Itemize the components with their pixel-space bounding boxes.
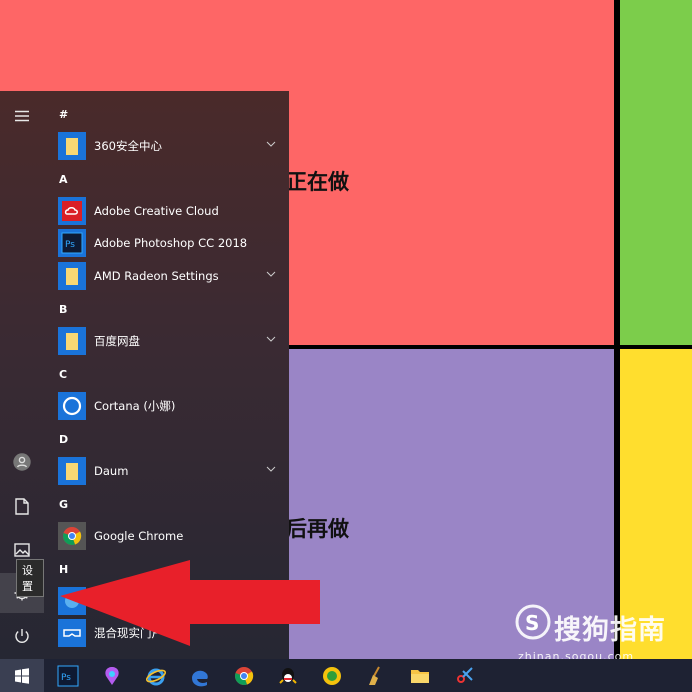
chevron-down-icon[interactable] <box>266 269 276 279</box>
taskbar-chat-app[interactable] <box>310 659 354 692</box>
chrome-icon <box>58 522 86 550</box>
taskbar: Ps <box>0 659 692 692</box>
app-label: Adobe Creative Cloud <box>94 204 219 218</box>
windows-start-icon <box>15 667 29 684</box>
app-label: Cortana (小娜) <box>94 399 176 413</box>
cleaner-icon <box>369 666 380 685</box>
power-icon <box>15 629 29 643</box>
app-label: Adobe Photoshop CC 2018 <box>94 236 248 250</box>
background-green-panel <box>620 0 692 345</box>
chevron-down-icon[interactable] <box>266 464 276 474</box>
power-button[interactable] <box>0 616 44 656</box>
svg-text:Ps: Ps <box>61 673 71 683</box>
taskbar-photoshop[interactable]: Ps <box>46 659 90 692</box>
taskbar-chrome[interactable] <box>222 659 266 692</box>
picture-icon <box>14 543 30 557</box>
background-text-bottom: 后再做 <box>286 517 349 541</box>
folder-icon <box>58 327 86 355</box>
taskbar-paint3d[interactable] <box>90 659 134 692</box>
list-item-360[interactable]: 360安全中心 <box>58 131 276 161</box>
chevron-down-icon[interactable] <box>266 334 276 344</box>
group-header-a[interactable]: A <box>59 173 68 186</box>
list-item-chrome[interactable]: Google Chrome <box>58 521 276 551</box>
chat-icon <box>323 666 341 685</box>
chrome-icon <box>234 666 254 685</box>
sogou-logo-icon: S <box>515 604 551 640</box>
list-item-cortana[interactable]: Cortana (小娜) <box>58 391 276 421</box>
svg-text:Ps: Ps <box>65 240 75 250</box>
app-label: 百度网盘 <box>94 334 140 348</box>
group-header-d[interactable]: D <box>59 433 68 446</box>
list-item-creative-cloud[interactable]: Adobe Creative Cloud <box>58 196 276 226</box>
documents-button[interactable] <box>0 486 44 526</box>
watermark-title: 搜狗指南 <box>554 615 666 646</box>
paint3d-icon <box>105 666 119 685</box>
list-item-photoshop[interactable]: Ps Adobe Photoshop CC 2018 <box>58 228 276 258</box>
app-label: AMD Radeon Settings <box>94 269 219 283</box>
user-account-button[interactable] <box>0 442 44 482</box>
taskbar-cleaner[interactable] <box>354 659 398 692</box>
app-label: 360安全中心 <box>94 139 162 153</box>
list-item-baidu[interactable]: 百度网盘 <box>58 326 276 356</box>
taskbar-edge[interactable] <box>178 659 222 692</box>
taskbar-file-explorer[interactable] <box>398 659 442 692</box>
snipping-icon <box>457 666 473 683</box>
red-pointer-arrow <box>60 560 320 646</box>
document-icon <box>15 497 29 515</box>
chevron-down-icon[interactable] <box>266 139 276 149</box>
cortana-icon <box>58 392 86 420</box>
start-menu-rail: 设置 <box>0 91 44 659</box>
internet-explorer-icon <box>145 668 167 685</box>
file-explorer-icon <box>411 669 429 683</box>
folder-icon <box>58 132 86 160</box>
taskbar-snipping-tool[interactable] <box>442 659 486 692</box>
taskbar-internet-explorer[interactable] <box>134 659 178 692</box>
svg-text:S: S <box>525 611 539 635</box>
hamburger-icon <box>15 110 29 122</box>
background-text-top: 正在做 <box>286 170 349 194</box>
app-label: Daum <box>94 464 129 478</box>
group-header-hash[interactable]: # <box>59 108 68 121</box>
folder-icon <box>58 457 86 485</box>
qq-icon <box>279 667 297 684</box>
edge-icon <box>192 670 208 686</box>
user-avatar-icon <box>13 453 31 471</box>
settings-tooltip: 设置 <box>16 559 44 597</box>
folder-icon <box>58 262 86 290</box>
photoshop-icon: Ps <box>57 665 79 686</box>
list-item-amd[interactable]: AMD Radeon Settings <box>58 261 276 291</box>
photoshop-icon: Ps <box>58 229 86 257</box>
group-header-c[interactable]: C <box>59 368 67 381</box>
creative-cloud-icon <box>58 197 86 225</box>
list-item-daum[interactable]: Daum <box>58 456 276 486</box>
app-label: Google Chrome <box>94 529 184 543</box>
divider-vertical <box>614 0 620 659</box>
group-header-b[interactable]: B <box>59 303 67 316</box>
group-header-g[interactable]: G <box>59 498 68 511</box>
start-button[interactable] <box>0 659 44 692</box>
hamburger-menu-button[interactable] <box>0 96 44 136</box>
taskbar-qq[interactable] <box>266 659 310 692</box>
